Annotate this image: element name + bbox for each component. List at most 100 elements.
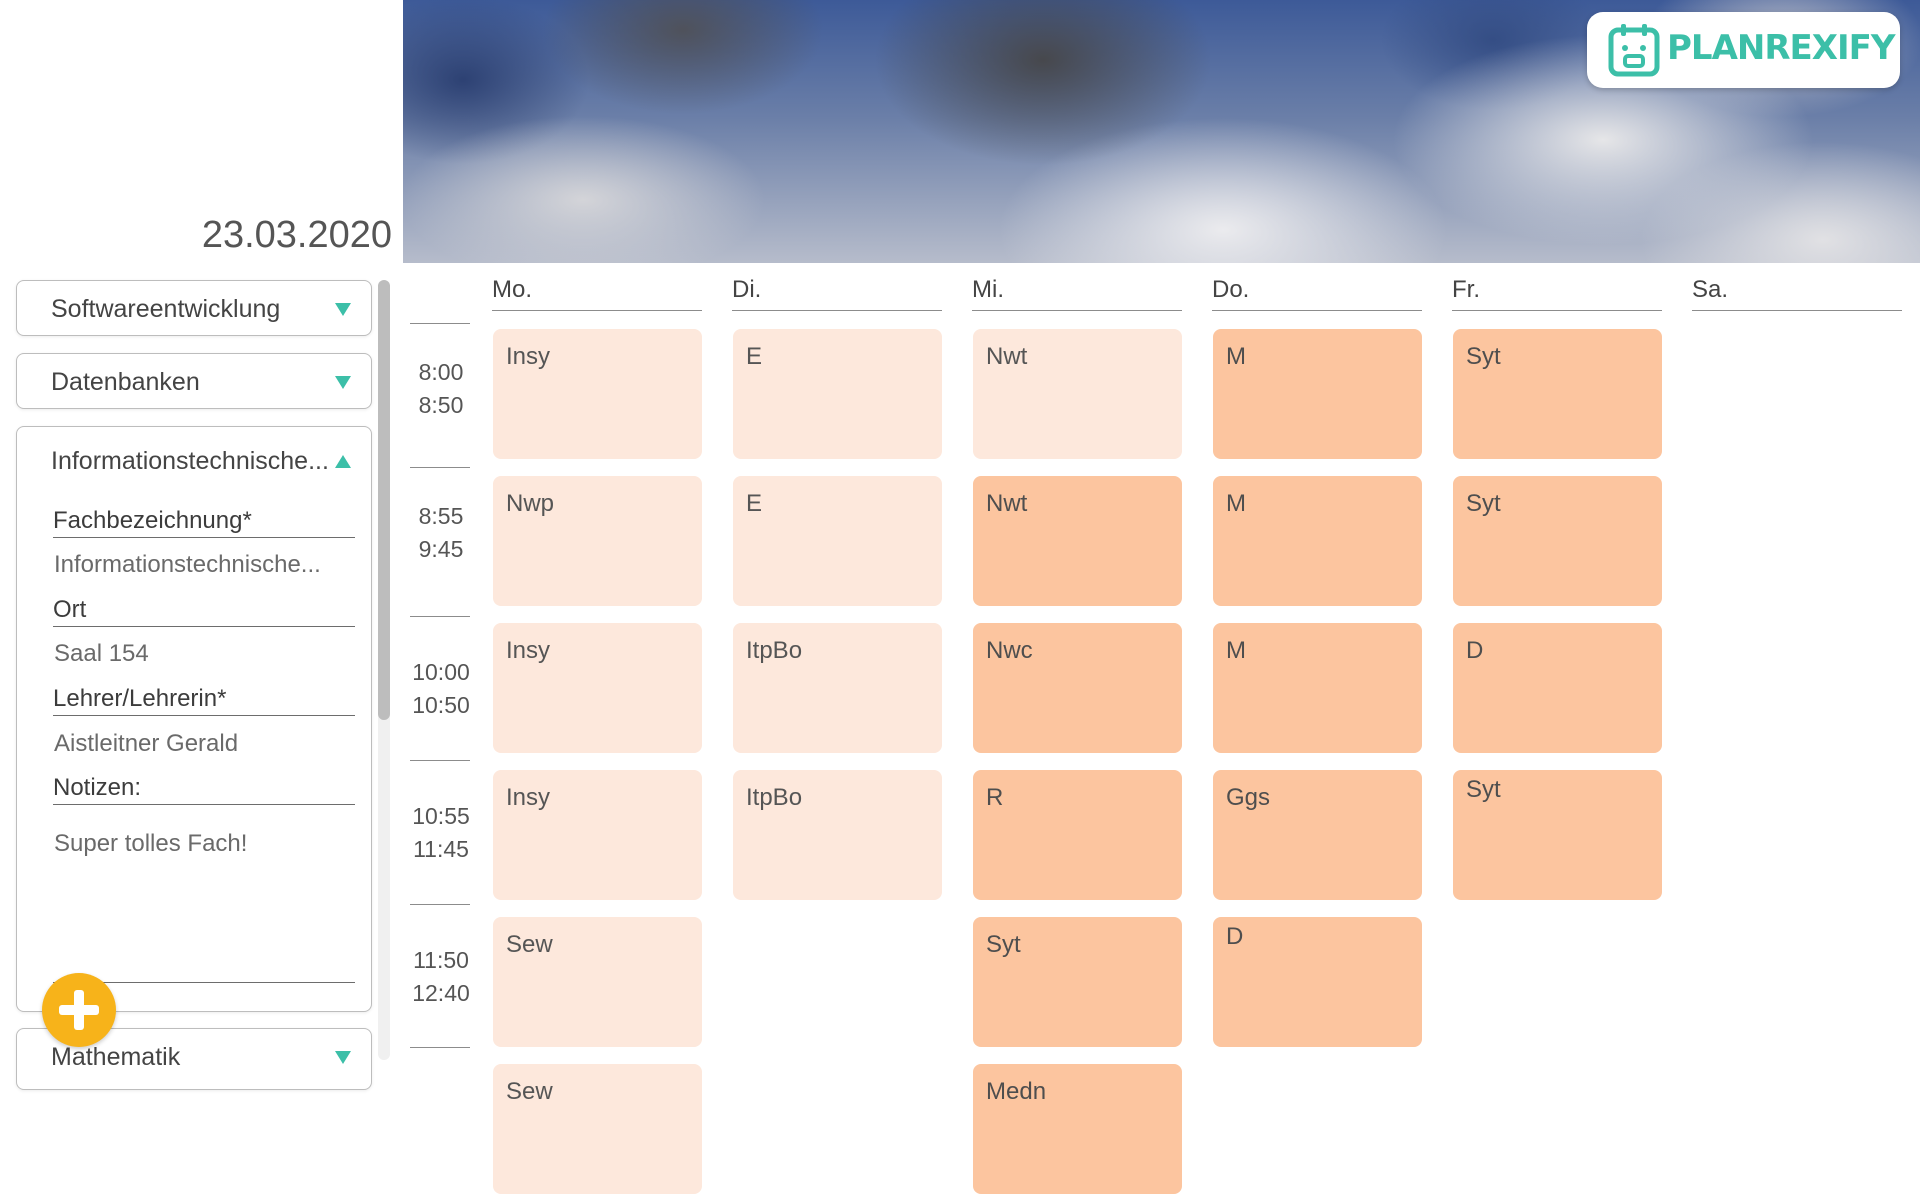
chevron-down-icon[interactable] bbox=[335, 303, 351, 316]
lesson-label: Syt bbox=[1466, 490, 1501, 517]
lesson-cell[interactable]: Nwt bbox=[973, 476, 1182, 606]
lesson-label: D bbox=[1226, 923, 1244, 950]
slot-end: 8:50 bbox=[418, 392, 464, 418]
subject-title: Softwareentwicklung bbox=[51, 295, 281, 323]
lesson-label: R bbox=[986, 784, 1004, 811]
lesson-label: Sew bbox=[506, 931, 553, 958]
lesson-cell[interactable]: Sew bbox=[493, 1064, 702, 1194]
lesson-cell[interactable]: E bbox=[733, 476, 942, 606]
lesson-cell[interactable]: Nwt bbox=[973, 329, 1182, 459]
time-slot-5: 11:50 12:40 bbox=[408, 944, 474, 1010]
lesson-label: ItpBo bbox=[746, 784, 803, 811]
lesson-label: Sew bbox=[506, 1078, 553, 1105]
lehrer-value[interactable]: Aistleitner Gerald bbox=[54, 730, 238, 758]
lesson-cell[interactable]: Nwp bbox=[493, 476, 702, 606]
lesson-label: Ggs bbox=[1226, 784, 1271, 811]
lesson-cell[interactable]: ItpBo bbox=[733, 623, 942, 753]
slot-end: 12:40 bbox=[412, 980, 470, 1006]
slot-end: 9:45 bbox=[418, 536, 464, 562]
slot-end: 10:50 bbox=[412, 692, 470, 718]
time-slot-3: 10:00 10:50 bbox=[408, 656, 474, 722]
lesson-cell[interactable]: M bbox=[1213, 476, 1422, 606]
time-separator bbox=[410, 760, 470, 761]
chevron-down-icon[interactable] bbox=[335, 1051, 351, 1064]
lesson-label: Nwt bbox=[986, 343, 1028, 370]
lehrer-label: Lehrer/Lehrerin* bbox=[53, 685, 355, 716]
chevron-down-icon[interactable] bbox=[335, 376, 351, 389]
lesson-cell[interactable]: Insy bbox=[493, 623, 702, 753]
subject-title: Informationstechnische... bbox=[51, 447, 329, 475]
lesson-label: Syt bbox=[1466, 776, 1501, 803]
slot-start: 10:55 bbox=[412, 803, 470, 829]
slot-start: 8:55 bbox=[418, 503, 464, 529]
fachbezeichnung-value[interactable]: Informationstechnische... bbox=[54, 551, 321, 579]
lesson-label: E bbox=[746, 343, 763, 370]
lesson-label: Insy bbox=[506, 784, 551, 811]
lesson-label: Insy bbox=[506, 637, 551, 664]
subject-accordion-softwareentwicklung[interactable]: Softwareentwicklung bbox=[16, 280, 372, 336]
scrollbar-thumb[interactable] bbox=[378, 280, 390, 720]
day-header-mi: Mi. bbox=[972, 276, 1182, 311]
day-header-mo: Mo. bbox=[492, 276, 702, 311]
lesson-cell[interactable]: D bbox=[1213, 917, 1422, 1047]
day-header-sa: Sa. bbox=[1692, 276, 1902, 311]
calendar-logo-icon bbox=[1608, 24, 1660, 77]
slot-end: 11:45 bbox=[413, 836, 469, 862]
subject-accordion-informationstechnische[interactable]: Informationstechnische... Fachbezeichnun… bbox=[16, 426, 372, 1012]
lesson-cell[interactable]: M bbox=[1213, 623, 1422, 753]
ort-label: Ort bbox=[53, 596, 355, 627]
lesson-cell[interactable]: Medn bbox=[973, 1064, 1182, 1194]
logo-text: PLANREXIFY bbox=[1667, 28, 1895, 68]
lesson-label: M bbox=[1226, 490, 1246, 517]
lesson-cell[interactable]: Ggs bbox=[1213, 770, 1422, 900]
lesson-label: D bbox=[1466, 637, 1484, 664]
subject-title: Datenbanken bbox=[51, 368, 200, 396]
lesson-cell[interactable]: Sew bbox=[493, 917, 702, 1047]
lesson-label: M bbox=[1226, 343, 1246, 370]
lesson-label: Syt bbox=[1466, 343, 1501, 370]
time-slot-1: 8:00 8:50 bbox=[408, 356, 474, 422]
day-header-do: Do. bbox=[1212, 276, 1422, 311]
ort-value[interactable]: Saal 154 bbox=[54, 640, 149, 668]
app-logo: PLANREXIFY bbox=[1587, 12, 1900, 88]
slot-start: 11:50 bbox=[413, 947, 469, 973]
chevron-up-icon[interactable] bbox=[335, 455, 351, 468]
lesson-cell[interactable]: E bbox=[733, 329, 942, 459]
lesson-cell[interactable]: Insy bbox=[493, 329, 702, 459]
lesson-label: Syt bbox=[986, 931, 1021, 958]
lesson-cell[interactable]: Syt bbox=[1453, 476, 1662, 606]
day-header-di: Di. bbox=[732, 276, 942, 311]
lesson-label: Insy bbox=[506, 343, 551, 370]
slot-start: 10:00 bbox=[412, 659, 470, 685]
time-separator bbox=[410, 616, 470, 617]
lesson-cell[interactable]: D bbox=[1453, 623, 1662, 753]
lesson-cell[interactable]: Nwc bbox=[973, 623, 1182, 753]
time-separator bbox=[410, 467, 470, 468]
lesson-cell[interactable]: Syt bbox=[973, 917, 1182, 1047]
slot-start: 8:00 bbox=[418, 359, 464, 385]
fachbezeichnung-label: Fachbezeichnung* bbox=[53, 507, 355, 538]
add-subject-button[interactable] bbox=[42, 973, 116, 1047]
time-separator bbox=[410, 1047, 470, 1048]
lesson-label: E bbox=[746, 490, 763, 517]
lesson-cell[interactable]: R bbox=[973, 770, 1182, 900]
lesson-label: Nwc bbox=[986, 637, 1033, 664]
notizen-value[interactable]: Super tolles Fach! bbox=[54, 830, 247, 858]
lesson-label: Nwt bbox=[986, 490, 1028, 517]
lesson-label: M bbox=[1226, 637, 1246, 664]
time-separator bbox=[410, 904, 470, 905]
sidebar-scrollbar[interactable] bbox=[378, 280, 390, 1060]
time-slot-4: 10:55 11:45 bbox=[408, 800, 474, 866]
lesson-cell[interactable]: Syt bbox=[1453, 329, 1662, 459]
subject-accordion-datenbanken[interactable]: Datenbanken bbox=[16, 353, 372, 409]
lesson-label: Nwp bbox=[506, 490, 555, 517]
lesson-label: ItpBo bbox=[746, 637, 803, 664]
lesson-cell[interactable]: Syt bbox=[1453, 770, 1662, 900]
lesson-label: Medn bbox=[986, 1078, 1047, 1105]
lesson-cell[interactable]: Insy bbox=[493, 770, 702, 900]
current-date: 23.03.2020 bbox=[201, 214, 392, 256]
lesson-cell[interactable]: M bbox=[1213, 329, 1422, 459]
notizen-label: Notizen: bbox=[53, 774, 355, 805]
lesson-cell[interactable]: ItpBo bbox=[733, 770, 942, 900]
time-separator bbox=[410, 323, 470, 324]
